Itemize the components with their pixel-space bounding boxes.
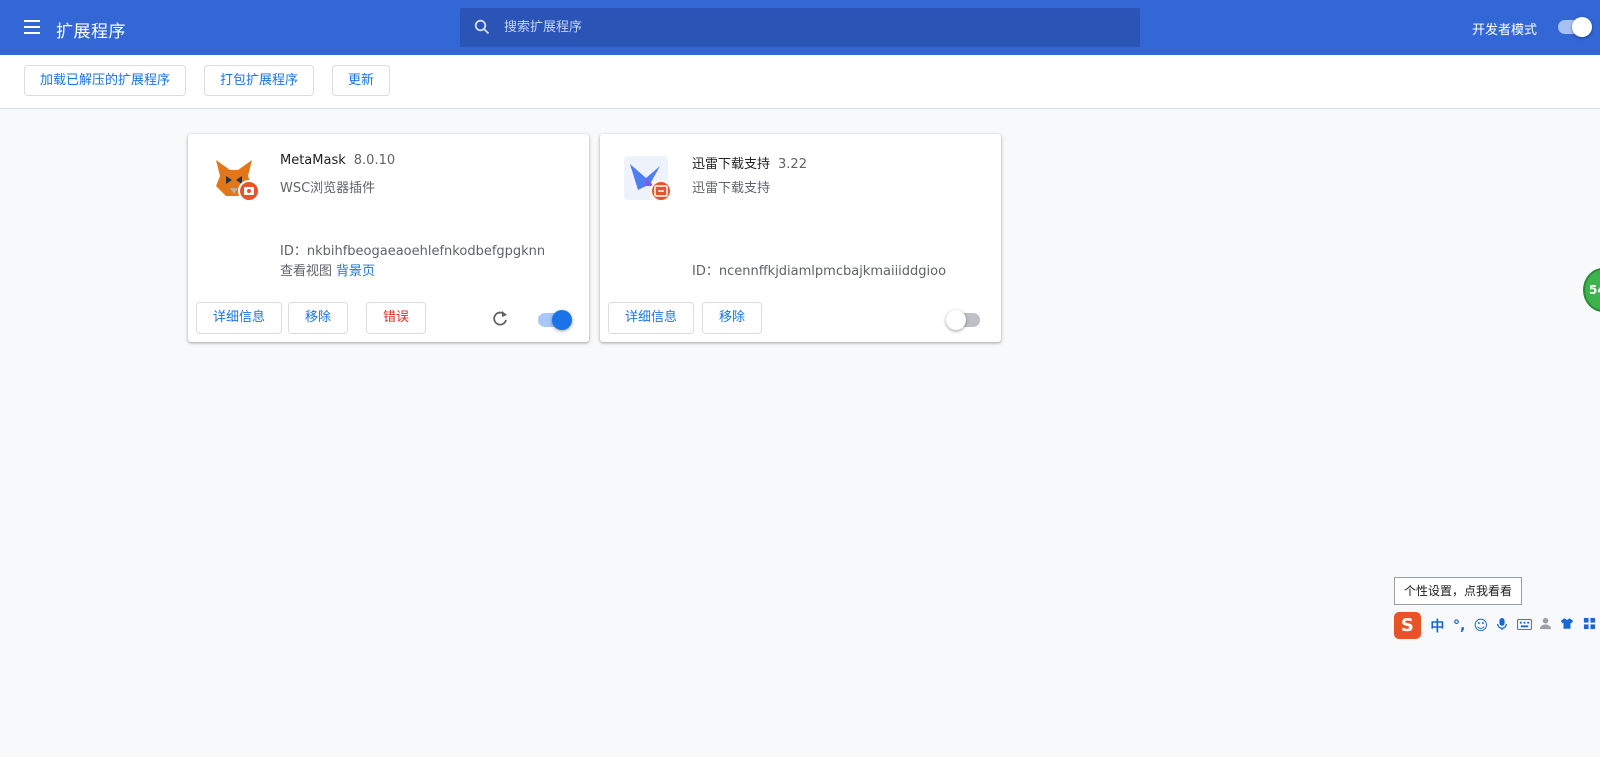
- floating-counter-badge[interactable]: 54: [1583, 268, 1600, 312]
- top-bar: 扩展程序 开发者模式: [0, 0, 1600, 55]
- ime-punctuation-toggle[interactable]: °,: [1448, 618, 1470, 634]
- search-icon: [474, 19, 490, 35]
- search-input[interactable]: [504, 8, 1124, 47]
- views-label: 查看视图: [280, 264, 333, 279]
- user-icon[interactable]: [1535, 617, 1557, 634]
- extension-views: 查看视图 背景页: [280, 260, 375, 279]
- extension-id: ID：ncennffkjdiamlpmcbajkmaiiiddgioo: [692, 264, 947, 279]
- keyboard-icon[interactable]: [1513, 618, 1535, 634]
- extension-enable-toggle[interactable]: [946, 310, 980, 330]
- errors-button[interactable]: 错误: [366, 302, 427, 334]
- extension-warning-badge-icon: [238, 180, 260, 202]
- page-title: 扩展程序: [56, 22, 126, 42]
- extension-version: 3.22: [778, 157, 807, 172]
- menu-icon[interactable]: [22, 17, 44, 37]
- search-box[interactable]: [460, 8, 1140, 47]
- pack-extension-button[interactable]: 打包扩展程序: [204, 65, 315, 96]
- dev-mode-label: 开发者模式: [1472, 23, 1538, 38]
- extension-version: 8.0.10: [353, 153, 396, 168]
- remove-button[interactable]: 移除: [288, 302, 349, 334]
- toolbox-grid-icon[interactable]: [1578, 617, 1600, 634]
- load-unpacked-button[interactable]: 加载已解压的扩展程序: [24, 65, 187, 96]
- details-button[interactable]: 详细信息: [608, 302, 695, 334]
- dev-mode-toggle[interactable]: [1558, 17, 1592, 37]
- ime-tooltip: 个性设置，点我看看: [1394, 577, 1522, 605]
- toggle-knob: [946, 310, 966, 330]
- extension-card-metamask: MetaMask 8.0.10 WSC浏览器插件 ID：nkbihfbeogaea…: [188, 134, 589, 342]
- details-button[interactable]: 详细信息: [196, 302, 283, 334]
- extension-name: 迅雷下载支持 3.22: [692, 157, 807, 172]
- background-page-link[interactable]: 背景页: [336, 264, 375, 279]
- extension-name: MetaMask 8.0.10: [280, 153, 396, 168]
- toggle-knob: [1572, 17, 1592, 37]
- extension-description: WSC浏览器插件: [280, 181, 376, 196]
- skin-shirt-icon[interactable]: [1557, 617, 1579, 634]
- sogou-logo-icon[interactable]: S: [1394, 612, 1421, 639]
- ime-toolbar: S 中 °, ☺: [1394, 612, 1600, 639]
- emoji-icon[interactable]: ☺: [1470, 618, 1492, 634]
- extension-card-xunlei: 迅雷下载支持 3.22 迅雷下载支持 ID：ncennffkjdiamlpmcba…: [600, 134, 1001, 342]
- extension-enable-toggle[interactable]: [538, 310, 572, 330]
- remove-button[interactable]: 移除: [702, 302, 763, 334]
- toggle-knob: [552, 310, 572, 330]
- toolbar: 加载已解压的扩展程序 打包扩展程序 更新: [0, 55, 1600, 109]
- microphone-icon[interactable]: [1492, 617, 1514, 635]
- extension-description: 迅雷下载支持: [692, 181, 771, 196]
- extension-warning-badge-icon: [650, 180, 672, 202]
- update-button[interactable]: 更新: [332, 65, 391, 96]
- extension-id: ID：nkbihfbeogaeaoehlefnkodbefgpgknn: [280, 244, 546, 259]
- reload-icon[interactable]: [490, 308, 510, 328]
- ime-language-toggle[interactable]: 中: [1427, 616, 1449, 636]
